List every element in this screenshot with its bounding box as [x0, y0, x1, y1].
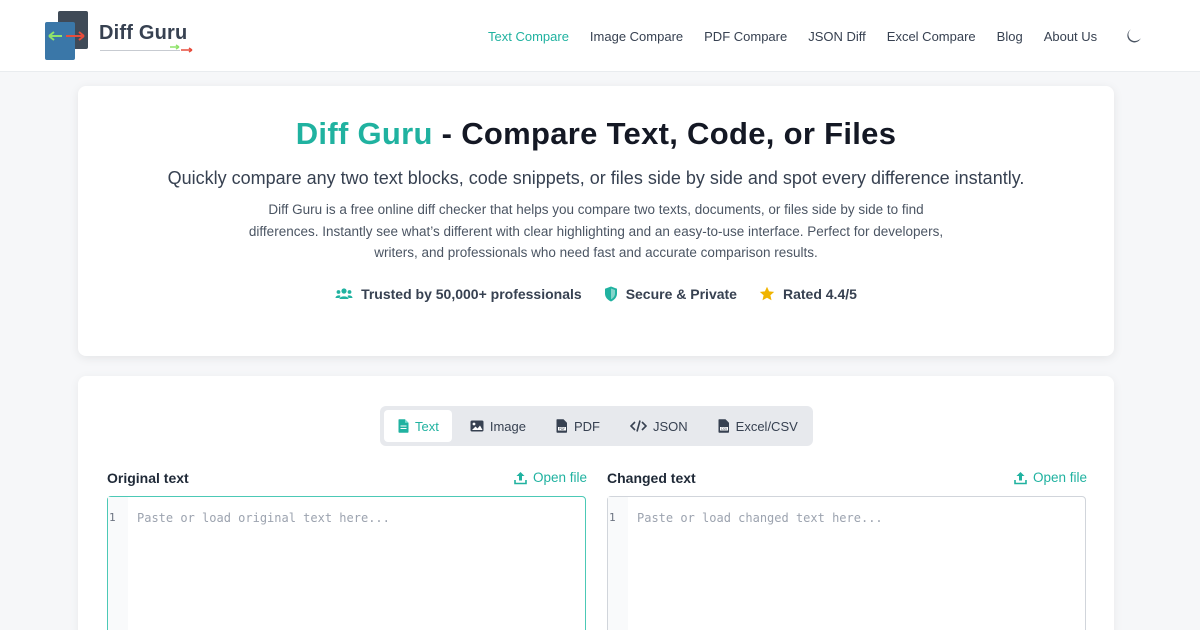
site-header: Diff Guru Text Compare Image Compare PDF… [0, 0, 1200, 72]
original-open-file-button[interactable]: Open file [514, 470, 587, 485]
tab-image-label: Image [489, 418, 526, 434]
nav-excel-compare[interactable]: Excel Compare [887, 29, 976, 44]
badge-rated: Rated 4.4/5 [759, 286, 857, 302]
logo-icon [45, 11, 88, 60]
nav-pdf-compare[interactable]: PDF Compare [704, 29, 787, 44]
changed-text-label: Changed text [607, 470, 696, 486]
original-text-editor[interactable]: 1 Paste or load original text here... [107, 496, 586, 630]
trust-badges: Trusted by 50,000+ professionals Secure … [78, 286, 1114, 302]
title-brand: Diff Guru [295, 116, 433, 151]
tab-text[interactable]: Text [384, 410, 452, 442]
tab-pdf[interactable]: PDF PDF [544, 410, 612, 442]
star-icon [759, 286, 775, 301]
badge-secure: Secure & Private [604, 286, 737, 302]
csv-icon: CSV [718, 419, 729, 433]
logo-underline [100, 50, 180, 51]
page-title: Diff Guru - Compare Text, Code, or Files [78, 116, 1114, 152]
upload-icon [514, 471, 527, 484]
document-icon [398, 419, 409, 433]
hero-description: Diff Guru is a free online diff checker … [248, 202, 944, 260]
original-placeholder: Paste or load original text here... [137, 511, 390, 525]
nav-json-diff[interactable]: JSON Diff [808, 29, 866, 44]
changed-open-file-button[interactable]: Open file [1014, 470, 1087, 485]
nav-blog[interactable]: Blog [997, 29, 1023, 44]
shield-icon [604, 286, 617, 302]
original-text-label: Original text [107, 470, 189, 486]
tab-text-label: Text [415, 418, 439, 434]
badge-secure-label: Secure & Private [625, 286, 737, 302]
logo-arrows-icon [170, 44, 193, 53]
title-rest: - Compare Text, Code, or Files [432, 116, 897, 151]
nav-text-compare[interactable]: Text Compare [488, 29, 569, 44]
compare-card: Text Image PDF PDF JSON CSV Excel/CSV Or… [78, 376, 1114, 630]
nav-about-us[interactable]: About Us [1044, 29, 1097, 44]
tab-json[interactable]: JSON [618, 410, 700, 442]
svg-text:PDF: PDF [559, 427, 565, 431]
changed-placeholder: Paste or load changed text here... [637, 511, 883, 525]
hero-subtitle: Quickly compare any two text blocks, cod… [167, 168, 1025, 188]
badge-trusted: Trusted by 50,000+ professionals [335, 286, 582, 302]
users-icon [335, 288, 353, 299]
compare-mode-tabs: Text Image PDF PDF JSON CSV Excel/CSV [380, 406, 813, 446]
logo-link[interactable]: Diff Guru [44, 10, 194, 62]
code-icon [629, 420, 647, 432]
moon-icon[interactable] [1125, 27, 1143, 45]
svg-text:CSV: CSV [720, 427, 727, 431]
logo-text: Diff Guru [99, 22, 188, 44]
original-open-file-label: Open file [533, 470, 588, 485]
tab-json-label: JSON [652, 418, 688, 434]
tab-excel-csv-label: Excel/CSV [735, 418, 798, 434]
changed-text-editor[interactable]: 1 Paste or load changed text here... [607, 496, 1086, 630]
changed-open-file-label: Open file [1033, 470, 1088, 485]
upload-icon [1014, 471, 1027, 484]
tab-excel-csv[interactable]: CSV Excel/CSV [706, 410, 810, 442]
hero-card: Diff Guru - Compare Text, Code, or Files… [78, 86, 1114, 356]
pdf-icon: PDF [556, 419, 567, 433]
changed-line-number: 1 [609, 511, 616, 524]
nav-image-compare[interactable]: Image Compare [590, 29, 683, 44]
tab-pdf-label: PDF [573, 418, 600, 434]
image-icon [470, 420, 484, 432]
badge-rated-label: Rated 4.4/5 [782, 286, 857, 302]
tab-image[interactable]: Image [458, 410, 538, 442]
main-nav: Text Compare Image Compare PDF Compare J… [488, 26, 1097, 46]
original-line-number: 1 [109, 511, 116, 524]
badge-trusted-label: Trusted by 50,000+ professionals [361, 286, 582, 302]
